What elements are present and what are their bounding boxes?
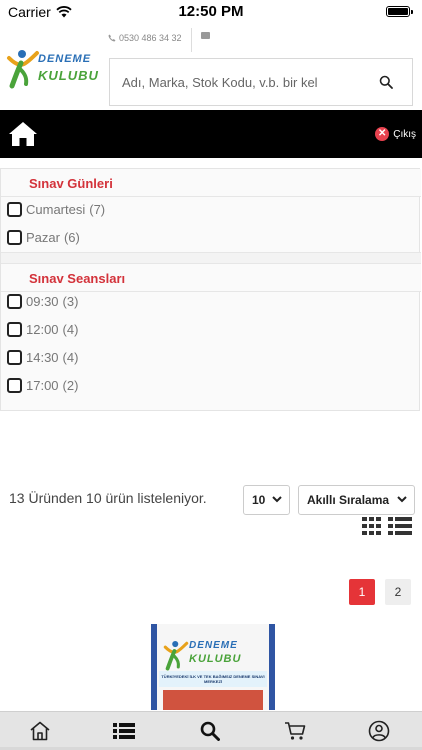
logo-figure-icon xyxy=(163,641,189,671)
filter-option-count: (3) xyxy=(62,294,79,309)
filter-option-1700[interactable]: 17:00 (2) xyxy=(7,378,78,393)
battery-icon xyxy=(386,6,413,17)
list-view-icon[interactable] xyxy=(388,517,412,535)
tab-cart[interactable] xyxy=(283,720,307,742)
phone-contact[interactable]: 0530 486 34 32 xyxy=(108,33,182,43)
user-icon xyxy=(368,720,390,742)
filter-option-count: (6) xyxy=(63,230,80,245)
filter-option-1430[interactable]: 14:30 (4) xyxy=(7,350,78,365)
product-count-text: 13 Üründen 10 ürün listeleniyor. xyxy=(9,490,207,506)
sort-value: Akıllı Sıralama xyxy=(307,493,390,507)
filter-option-label: Cumartesi xyxy=(26,202,86,217)
mail-icon[interactable] xyxy=(201,32,210,39)
cart-icon xyxy=(285,722,306,740)
filter-option-label: 17:00 xyxy=(26,378,59,393)
search-icon xyxy=(379,75,393,89)
filter-option-1200[interactable]: 12:00 (4) xyxy=(7,322,78,337)
page-size-value: 10 xyxy=(252,493,266,507)
checkbox[interactable] xyxy=(7,294,22,309)
pagination-page-1[interactable]: 1 xyxy=(349,579,375,605)
filter-panel: Sınav Günleri Cumartesi (7) Pazar (6) Sı… xyxy=(0,168,421,411)
filter-title-sessions[interactable]: Sınav Seansları xyxy=(1,264,421,292)
banner-tagline: TÜRKİYEDEKİ İLK VE TEK BAĞIMSIZ DENEME S… xyxy=(159,671,267,687)
phone-number: 0530 486 34 32 xyxy=(119,33,182,43)
filter-separator xyxy=(1,252,421,264)
filter-option-label: Pazar xyxy=(26,230,60,245)
status-time: 12:50 PM xyxy=(178,3,244,20)
banner-photo xyxy=(163,690,263,710)
home-icon xyxy=(9,122,37,146)
search-input[interactable] xyxy=(110,59,361,105)
grid-view-icon[interactable] xyxy=(362,517,382,535)
chevron-down-icon xyxy=(397,496,407,503)
list-icon xyxy=(113,723,135,739)
view-toggle xyxy=(362,517,412,535)
banner-content: DENEME KULUBU TÜRKİYEDEKİ İLK VE TEK BAĞ… xyxy=(157,624,269,710)
filter-option-count: (4) xyxy=(62,350,79,365)
logo-text-bottom: KULUBU xyxy=(38,68,99,83)
logout-button[interactable]: ✕ Çıkış xyxy=(375,127,416,141)
search-bar xyxy=(109,58,413,106)
logo-text-top: DENEME xyxy=(38,53,92,65)
pagination-page-2[interactable]: 2 xyxy=(385,579,411,605)
filter-option-count: (4) xyxy=(62,322,79,337)
tab-search[interactable] xyxy=(198,720,222,742)
checkbox[interactable] xyxy=(7,202,22,217)
checkbox[interactable] xyxy=(7,350,22,365)
logo-figure-icon xyxy=(7,50,39,89)
product-card-image[interactable]: DENEME KULUBU TÜRKİYEDEKİ İLK VE TEK BAĞ… xyxy=(151,624,275,710)
banner-logo-text-top: DENEME xyxy=(189,640,238,651)
home-button[interactable] xyxy=(8,121,40,149)
checkbox[interactable] xyxy=(7,230,22,245)
search-button[interactable] xyxy=(360,59,412,105)
filter-option-label: 09:30 xyxy=(26,294,59,309)
phone-icon xyxy=(108,34,116,42)
banner-logo-text-bottom: KULUBU xyxy=(189,653,242,665)
site-logo[interactable]: DENEME KULUBU xyxy=(6,44,102,90)
logout-label: Çıkış xyxy=(393,128,416,140)
filter-option-count: (7) xyxy=(89,202,106,217)
sort-select[interactable]: Akıllı Sıralama xyxy=(298,485,415,515)
checkbox[interactable] xyxy=(7,378,22,393)
filter-option-label: 12:00 xyxy=(26,322,59,337)
tab-categories[interactable] xyxy=(112,720,136,742)
filter-option-count: (2) xyxy=(62,378,79,393)
chevron-down-icon xyxy=(272,496,282,503)
bottom-tab-bar xyxy=(0,711,422,750)
filter-title-days[interactable]: Sınav Günleri xyxy=(1,169,421,197)
filter-title-days-label: Sınav Günleri xyxy=(29,176,113,191)
tab-account[interactable] xyxy=(367,720,391,742)
filter-option-0930[interactable]: 09:30 (3) xyxy=(7,294,78,309)
filter-option-cumartesi[interactable]: Cumartesi (7) xyxy=(7,202,105,217)
checkbox[interactable] xyxy=(7,322,22,337)
tab-home[interactable] xyxy=(28,720,52,742)
search-icon xyxy=(200,721,220,741)
header-divider xyxy=(191,28,192,52)
filter-title-sessions-label: Sınav Seansları xyxy=(29,271,126,286)
page-size-select[interactable]: 10 xyxy=(243,485,290,515)
filter-option-label: 14:30 xyxy=(26,350,59,365)
status-bar: Carrier 12:50 PM xyxy=(0,0,422,24)
close-icon: ✕ xyxy=(375,127,390,141)
filter-option-pazar[interactable]: Pazar (6) xyxy=(7,230,80,245)
main-navbar: ✕ Çıkış xyxy=(0,110,422,158)
home-icon xyxy=(30,721,50,741)
